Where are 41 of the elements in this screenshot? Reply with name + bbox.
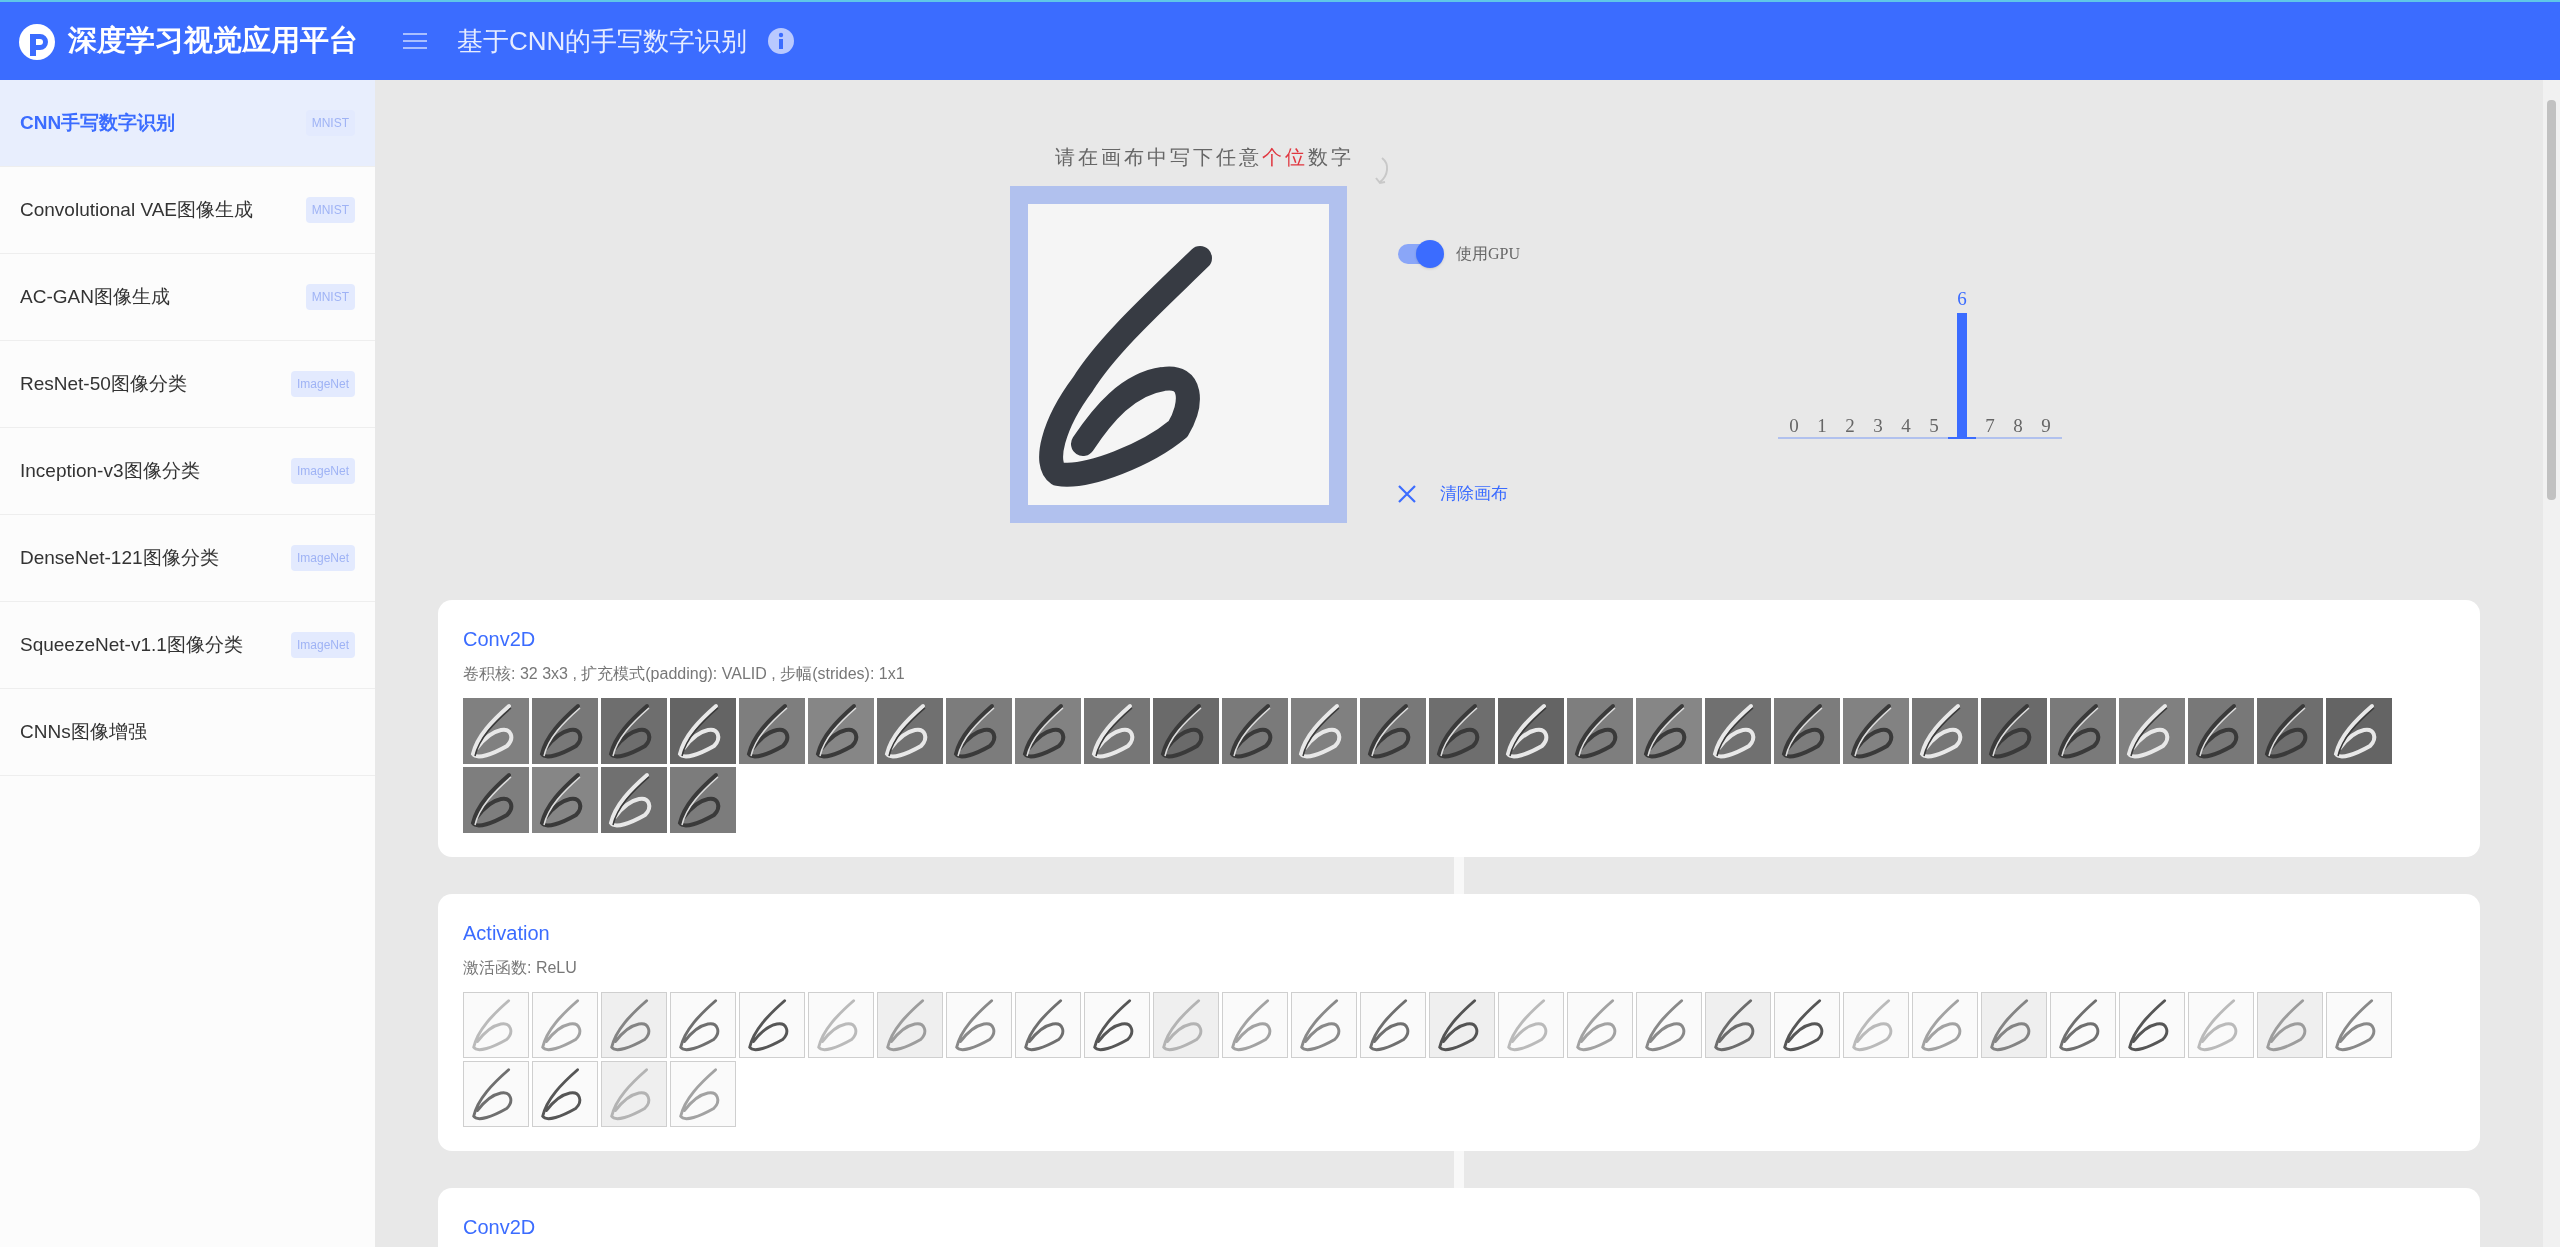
clear-canvas-button[interactable]: 清除画布 — [1398, 481, 1520, 507]
sidebar-item[interactable]: ResNet-50图像分类 ImageNet — [0, 341, 375, 428]
layer-title: Conv2D — [463, 1215, 537, 1240]
sidebar-item[interactable]: CNN手写数字识别 MNIST — [0, 80, 375, 167]
predicted-label: 6 — [1957, 288, 1967, 309]
sidebar-item[interactable]: Convolutional VAE图像生成 MNIST — [0, 167, 375, 254]
gpu-label: 使用GPU — [1456, 244, 1520, 264]
layer-description: 卷积核: 32 3x3 , 扩充模式(padding): VALID , 步幅(strides): 1x1 — [463, 664, 906, 684]
dataset-tag: ImageNet — [290, 545, 355, 571]
dataset-tag: ImageNet — [290, 458, 355, 484]
page-title: 基于CNN的手写数字识别 — [457, 24, 748, 58]
category-label: 2 — [1845, 415, 1855, 436]
layer-description: 激活函数: ReLU — [463, 958, 578, 978]
sidebar-item[interactable]: SqueezeNet-v1.1图像分类 ImageNet — [0, 602, 375, 689]
sidebar-item[interactable]: DenseNet-121图像分类 ImageNet — [0, 515, 375, 602]
category-label: 7 — [1985, 415, 1995, 436]
category-label: 1 — [1817, 415, 1827, 436]
sidebar-item[interactable]: Inception-v3图像分类 ImageNet — [0, 428, 375, 515]
category-label: 8 — [2013, 415, 2023, 436]
category-label: 9 — [2041, 415, 2051, 436]
category-label: 3 — [1873, 415, 1883, 436]
category-label: 5 — [1929, 415, 1939, 436]
app-title: 深度学习视觉应用平台 — [68, 23, 358, 59]
layer-title: Conv2D — [463, 627, 537, 652]
scrollbar-thumb[interactable] — [2547, 100, 2556, 500]
dataset-tag: ImageNet — [290, 632, 355, 658]
dataset-tag: MNIST — [305, 284, 355, 310]
dataset-tag: MNIST — [305, 110, 355, 136]
drawing-prompt: 请在画布中写下任意个位数字 — [1055, 145, 1354, 170]
curved-arrow-icon — [1374, 156, 1390, 186]
dataset-tag: MNIST — [305, 197, 355, 223]
sidebar-item[interactable]: AC-GAN图像生成 MNIST — [0, 254, 375, 341]
dataset-tag: ImageNet — [290, 371, 355, 397]
info-icon[interactable] — [767, 27, 796, 55]
category-label: 4 — [1901, 415, 1911, 436]
close-icon — [1398, 484, 1416, 503]
drawing-canvas[interactable] — [1010, 186, 1347, 523]
menu-icon[interactable] — [403, 31, 427, 51]
category-label: 0 — [1789, 415, 1799, 436]
layer-title: Activation — [463, 921, 551, 946]
sidebar-item[interactable]: CNNs图像增强 — [0, 689, 375, 776]
